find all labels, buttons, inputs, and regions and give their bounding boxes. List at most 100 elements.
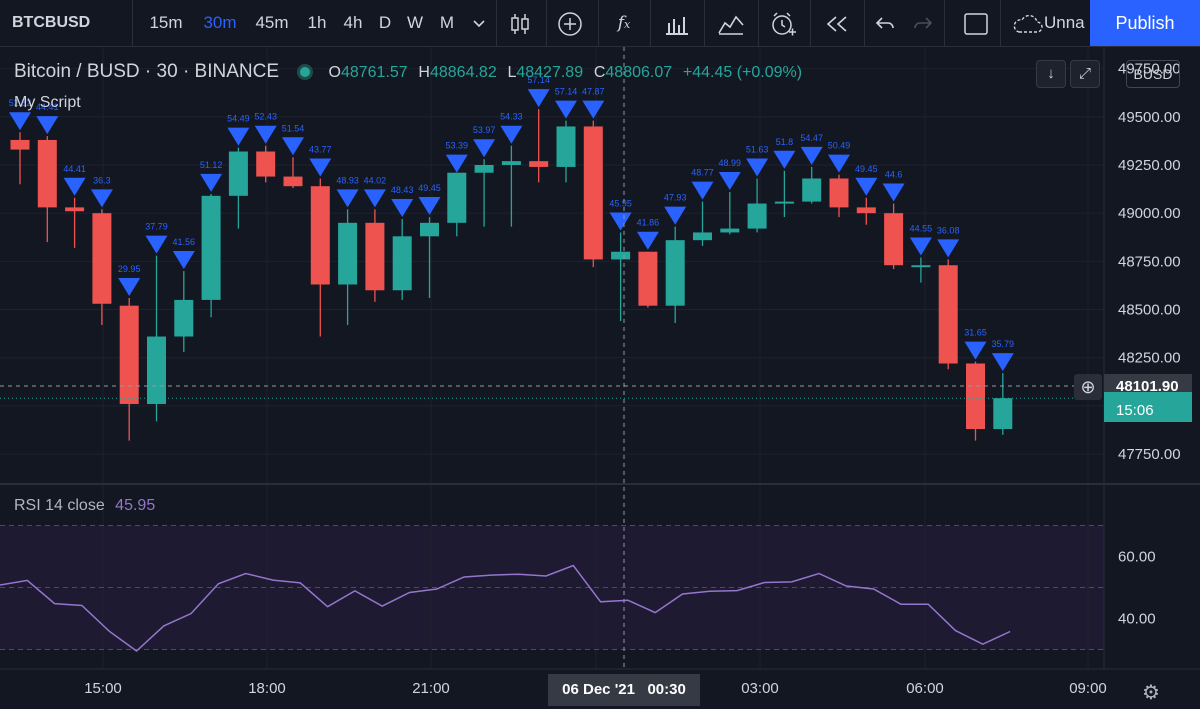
- publish-button[interactable]: Publish: [1090, 0, 1200, 46]
- price-axis-label: 49000.00: [1118, 205, 1181, 222]
- candle-body: [147, 336, 166, 404]
- candle-body: [884, 213, 904, 266]
- compare-add-icon[interactable]: [550, 0, 590, 46]
- symbol-search-button[interactable]: BTCBUSD: [12, 0, 102, 46]
- interval-30m-button[interactable]: 30m: [198, 0, 242, 46]
- marker-label: 51.54: [282, 123, 305, 133]
- marker-label: 41.86: [637, 218, 660, 228]
- marker-label: 36.3: [93, 175, 111, 185]
- candle-body: [720, 228, 740, 233]
- interval-m-button[interactable]: M: [434, 0, 460, 46]
- candles-icon[interactable]: [500, 0, 540, 46]
- candle-body: [747, 203, 767, 229]
- candle-body: [911, 265, 931, 268]
- price-axis-label: 49250.00: [1118, 157, 1181, 174]
- marker-label: 47.87: [582, 87, 605, 97]
- chart-properties-icon[interactable]: [708, 0, 754, 46]
- candle-body: [611, 251, 631, 260]
- chart-area[interactable]: 52.82 44.41 44.41 36.3 29.95 37.79 41.56 51.12 5…: [0, 47, 1200, 709]
- candle-body: [447, 172, 467, 223]
- toolbar-divider: [864, 0, 865, 46]
- candle-body: [37, 139, 57, 208]
- marker-label: 29.95: [118, 264, 141, 274]
- toolbar-divider: [810, 0, 811, 46]
- marker-label: 41.56: [173, 237, 196, 247]
- toolbar-divider: [598, 0, 599, 46]
- scroll-down-icon[interactable]: ↓: [1036, 60, 1066, 88]
- marker-label: 45.95: [609, 198, 632, 208]
- rsi-legend[interactable]: RSI 14 close 45.95: [14, 497, 155, 515]
- price-axis-label: 48750.00: [1118, 253, 1181, 270]
- toolbar-divider: [1000, 0, 1001, 46]
- toolbar-divider: [650, 0, 651, 46]
- marker-label: 54.33: [500, 112, 523, 122]
- marker-label: 54.49: [227, 114, 250, 124]
- time-axis-label: 09:00: [1069, 680, 1107, 697]
- candle-body: [474, 165, 494, 173]
- interval-1h-button[interactable]: 1h: [302, 0, 332, 46]
- candle-body: [638, 251, 658, 306]
- candle-body: [65, 207, 85, 212]
- candle-body: [693, 232, 712, 241]
- price-axis-label: 49500.00: [1118, 109, 1181, 126]
- marker-label: 57.14: [555, 87, 578, 97]
- interval-15m-button[interactable]: 15m: [146, 0, 186, 46]
- rsi-value: 45.95: [115, 497, 156, 514]
- redo-icon[interactable]: [906, 0, 940, 46]
- chevron-down-icon[interactable]: [466, 0, 492, 46]
- interval-4h-button[interactable]: 4h: [338, 0, 368, 46]
- high-value: 48864.82: [429, 64, 497, 81]
- rsi-axis-label: 60.00: [1118, 549, 1156, 566]
- alert-clock-icon[interactable]: [762, 0, 804, 46]
- layout-name-button[interactable]: Unna: [1010, 0, 1090, 46]
- marker-label: 48.93: [336, 175, 359, 185]
- candle-body: [966, 363, 985, 430]
- candle-body: [92, 213, 112, 304]
- marker-label: 48.99: [719, 158, 742, 168]
- templates-icon[interactable]: [654, 0, 700, 46]
- candle-body: [283, 176, 303, 187]
- marker-label: 51.63: [746, 144, 769, 154]
- fullscreen-icon[interactable]: [956, 0, 996, 46]
- rsi-params: 14 close: [45, 497, 105, 514]
- time-axis-label: 15:00: [84, 680, 122, 697]
- chart-canvas[interactable]: 52.82 44.4144.4136.329.9537.7941.5651.125…: [0, 47, 1200, 709]
- price-axis-label: 48500.00: [1118, 302, 1181, 319]
- candle-body: [256, 151, 276, 177]
- maximize-pane-icon[interactable]: ⤢: [1070, 60, 1100, 88]
- crosshair-date: 06 Dec '21: [562, 681, 635, 698]
- time-axis-label: 18:00: [248, 680, 286, 697]
- toolbar-divider: [944, 0, 945, 46]
- add-plus-icon[interactable]: ⊕: [1074, 374, 1102, 400]
- gear-icon[interactable]: ⚙: [1138, 680, 1164, 706]
- indicators-icon[interactable]: fx: [602, 0, 646, 46]
- interval-d-button[interactable]: D: [374, 0, 396, 46]
- last-price-label: 15:06: [1104, 392, 1192, 423]
- rsi-name: RSI: [14, 497, 41, 514]
- quote-currency-button[interactable]: BUSD: [1126, 60, 1180, 88]
- toolbar-divider: [496, 0, 497, 46]
- crosshair-time-label: 06 Dec '21 00:30: [548, 674, 700, 706]
- price-axis-label: 48250.00: [1118, 350, 1181, 367]
- top-toolbar: BTCBUSD 15m 30m 45m 1h 4h D W M fx Unna …: [0, 0, 1200, 47]
- marker-label: 51.8: [776, 137, 794, 147]
- undo-icon[interactable]: [868, 0, 902, 46]
- candle-body: [938, 265, 958, 364]
- script-legend[interactable]: My Script: [14, 94, 81, 112]
- candle-body: [583, 126, 603, 260]
- toolbar-divider: [546, 0, 547, 46]
- marker-label: 44.55: [910, 224, 933, 234]
- interval-45m-button[interactable]: 45m: [250, 0, 294, 46]
- marker-label: 51.12: [200, 160, 223, 170]
- price-axis-label: 47750.00: [1118, 446, 1181, 463]
- open-label: O: [328, 64, 341, 81]
- candle-body: [365, 222, 385, 291]
- interval-w-button[interactable]: W: [402, 0, 428, 46]
- replay-icon[interactable]: [814, 0, 860, 46]
- time-axis-label: 06:00: [906, 680, 944, 697]
- marker-label: 50.49: [828, 141, 851, 151]
- candle-body: [774, 201, 794, 204]
- low-value: 48427.89: [516, 64, 584, 81]
- candle-body: [392, 236, 412, 291]
- candle-body: [802, 178, 822, 202]
